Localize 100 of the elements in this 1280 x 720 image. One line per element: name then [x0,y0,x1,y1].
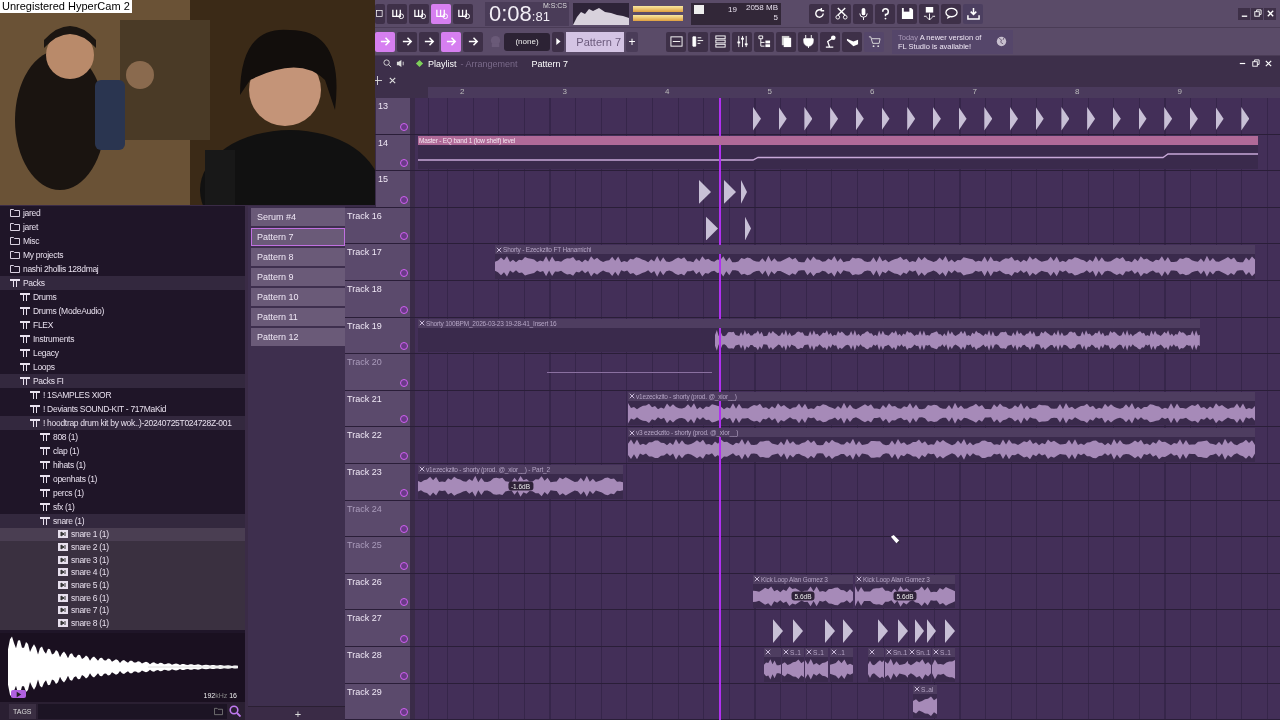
track-button[interactable] [400,268,408,277]
folder-tree-icon[interactable] [754,31,774,52]
track-header[interactable]: Track 18 [345,280,410,317]
x-icon[interactable] [629,429,635,436]
folder-item[interactable]: jaret [0,220,245,234]
track-header[interactable]: Track 21 [345,390,410,427]
track-button[interactable] [400,634,408,643]
folder-item[interactable]: snare (1) [0,514,245,528]
x-icon[interactable] [419,466,425,473]
tool-button[interactable] [397,31,417,52]
audio-clip[interactable] [868,647,884,682]
x-icon[interactable] [933,649,939,656]
add-pattern-button[interactable]: + [248,706,348,720]
track-button[interactable] [400,342,408,351]
folder-item[interactable]: Legacy [0,346,245,360]
channel-rack-icon[interactable] [666,31,686,52]
tool-button[interactable] [419,31,439,52]
track-button[interactable] [400,195,408,204]
plug-icon[interactable] [798,31,818,52]
folder-item[interactable]: ! hoodtrap drum kit by wok..)-20240725T024728Z-001 [0,416,245,430]
track-header[interactable]: 13 [376,98,410,134]
x-icon[interactable] [909,649,915,656]
pattern-item[interactable]: Pattern 10 [251,288,345,306]
lamp-icon[interactable] [820,31,840,52]
track-button[interactable] [400,122,408,131]
folder-item[interactable]: sfx (1) [0,500,245,514]
x-icon[interactable] [496,246,502,253]
mode-button[interactable] [409,3,429,24]
microphone-icon[interactable] [853,3,873,24]
sample-item[interactable]: snare 6 (1) [0,591,245,605]
mode-button[interactable] [453,3,473,24]
close-icon[interactable] [388,76,397,85]
restore-button[interactable] [1251,7,1263,20]
track-header[interactable]: Track 27 [345,610,410,646]
track-button[interactable] [400,451,408,460]
track-button[interactable] [400,232,408,241]
track-header[interactable]: Track 29 [345,683,410,720]
x-icon[interactable] [419,320,425,327]
track-button[interactable] [400,488,408,497]
track-button[interactable] [400,305,408,314]
folder-item[interactable]: My projects [0,248,245,262]
download-icon[interactable] [963,3,983,24]
folder-item[interactable]: ! Deviants SOUND-KIT - 717MaKid [0,402,245,416]
pattern-item[interactable]: Pattern 9 [251,268,345,286]
folder-item[interactable]: Misc [0,234,245,248]
x-icon[interactable] [754,576,760,583]
pattern-item[interactable]: Pattern 8 [251,248,345,266]
folder-item[interactable]: openhats (1) [0,472,245,486]
list-icon[interactable] [710,31,730,52]
sample-item[interactable]: snare 7 (1) [0,604,245,617]
mode-button[interactable] [387,3,407,24]
folder-item[interactable]: 808 (1) [0,430,245,444]
track-header[interactable]: Track 19 [345,317,410,354]
restore-button[interactable] [1249,57,1261,70]
folder-item[interactable]: Drums [0,290,245,304]
tool-button[interactable] [375,3,385,24]
sample-item[interactable]: snare 1 (1) [0,528,245,541]
scissors-icon[interactable] [831,3,851,24]
close-button[interactable] [1264,7,1276,20]
track-header[interactable]: 14 [376,134,410,171]
sample-item[interactable]: snare 4 (1) [0,566,245,579]
save-as-icon[interactable] [919,3,939,24]
folder-item[interactable]: percs (1) [0,486,245,500]
folder-item[interactable]: FLEX [0,318,245,332]
folder-item[interactable]: Packs FI [0,374,245,388]
cart-icon[interactable] [864,31,884,52]
x-icon[interactable] [783,649,789,656]
pattern-item[interactable]: Serum #4 [251,208,345,226]
play-button[interactable] [11,690,26,699]
folder-item[interactable]: Drums (ModeAudio) [0,304,245,318]
track-button[interactable] [400,598,408,607]
track-header[interactable]: Track 16 [345,207,410,244]
x-icon[interactable] [914,686,920,692]
x-icon[interactable] [869,649,875,656]
folder-item[interactable]: Instruments [0,332,245,346]
track-button[interactable] [400,378,408,387]
mode-button[interactable] [431,3,451,24]
x-icon[interactable] [831,649,837,656]
sliders-icon[interactable] [732,31,752,52]
pattern-item[interactable]: Pattern 11 [251,308,345,326]
preset-dropdown[interactable]: (none) [504,32,550,51]
folder-item[interactable]: clap (1) [0,444,245,458]
tool-button[interactable] [463,31,483,52]
pattern-selector[interactable]: Pattern 7 [566,31,624,52]
track-header[interactable]: Track 23 [345,463,410,500]
x-icon[interactable] [856,576,862,583]
pages-icon[interactable] [776,31,796,52]
pattern-item[interactable]: Pattern 12 [251,328,345,346]
track-button[interactable] [400,415,408,424]
x-icon[interactable] [765,649,771,656]
track-button[interactable] [400,561,408,570]
sample-item[interactable]: snare 3 (1) [0,553,245,567]
track-button[interactable] [400,159,408,168]
x-icon[interactable] [886,649,892,656]
save-icon[interactable] [897,3,917,24]
pattern-item[interactable]: Pattern 7 [251,228,345,246]
track-header[interactable]: Track 28 [345,646,410,683]
folder-item[interactable]: nashi 2hollis 128dmaj [0,262,245,276]
folder-item[interactable]: Packs [0,276,245,290]
track-button[interactable] [400,671,408,680]
